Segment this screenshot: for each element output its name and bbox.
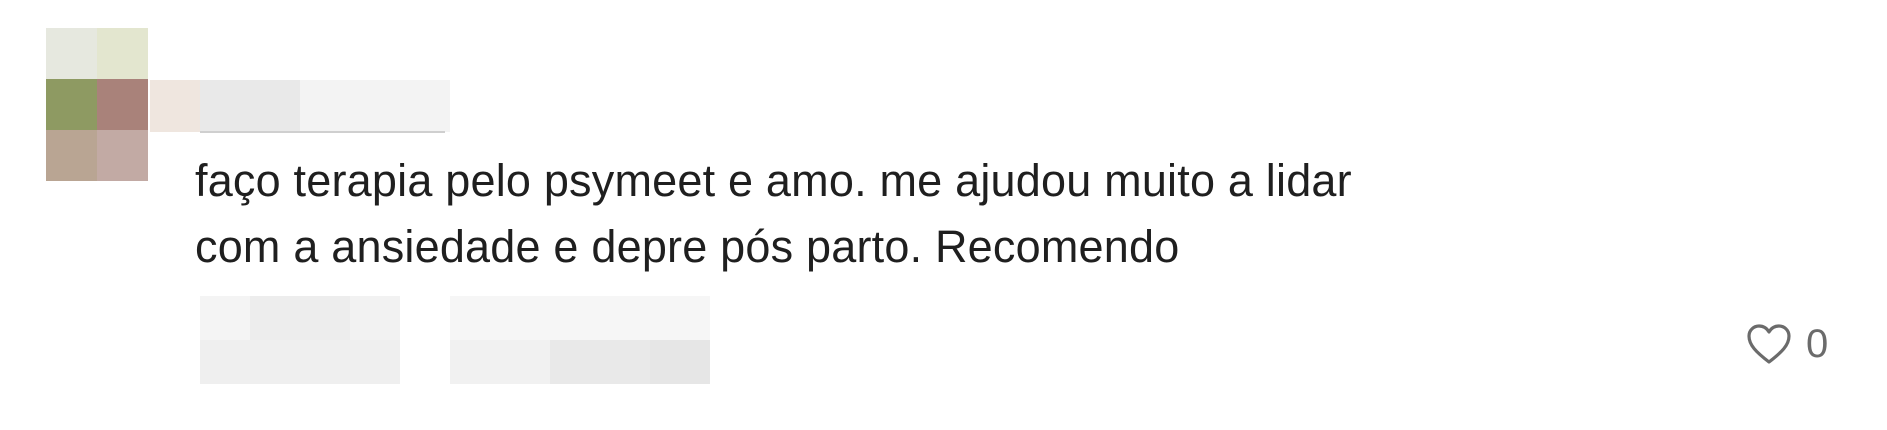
heart-outline-icon — [1746, 323, 1792, 365]
comment-text: faço terapia pelo psymeet e amo. me ajud… — [195, 148, 1695, 280]
avatar-pixel — [46, 130, 97, 181]
meta-blur-block — [200, 340, 400, 384]
like-button[interactable]: 0 — [1746, 322, 1828, 366]
username-underline — [200, 131, 445, 133]
username-blur-block — [150, 80, 200, 132]
like-count: 0 — [1806, 322, 1829, 366]
comment-text-line: faço terapia pelo psymeet e amo. me ajud… — [195, 155, 1352, 206]
comment-meta-redacted — [200, 296, 710, 384]
meta-blur-block — [550, 340, 650, 384]
avatar-pixel — [97, 28, 148, 79]
meta-blur-block — [650, 340, 710, 384]
avatar-pixel — [97, 79, 148, 130]
avatar-pixel — [97, 130, 148, 181]
username-blur-block — [300, 80, 450, 132]
username-redacted[interactable] — [150, 80, 450, 133]
meta-blur-block — [250, 296, 350, 340]
meta-blur-block — [200, 296, 250, 340]
avatar-pixel — [46, 79, 97, 130]
comment-item: faço terapia pelo psymeet e amo. me ajud… — [0, 0, 1887, 430]
meta-blur-block — [450, 340, 550, 384]
meta-blur-block — [350, 296, 400, 340]
avatar-pixel — [46, 28, 97, 79]
avatar[interactable] — [46, 28, 148, 181]
comment-text-line: com a ansiedade e depre pós parto. Recom… — [195, 221, 1180, 272]
username-blur-block — [200, 80, 300, 132]
meta-blur-block — [450, 296, 710, 340]
